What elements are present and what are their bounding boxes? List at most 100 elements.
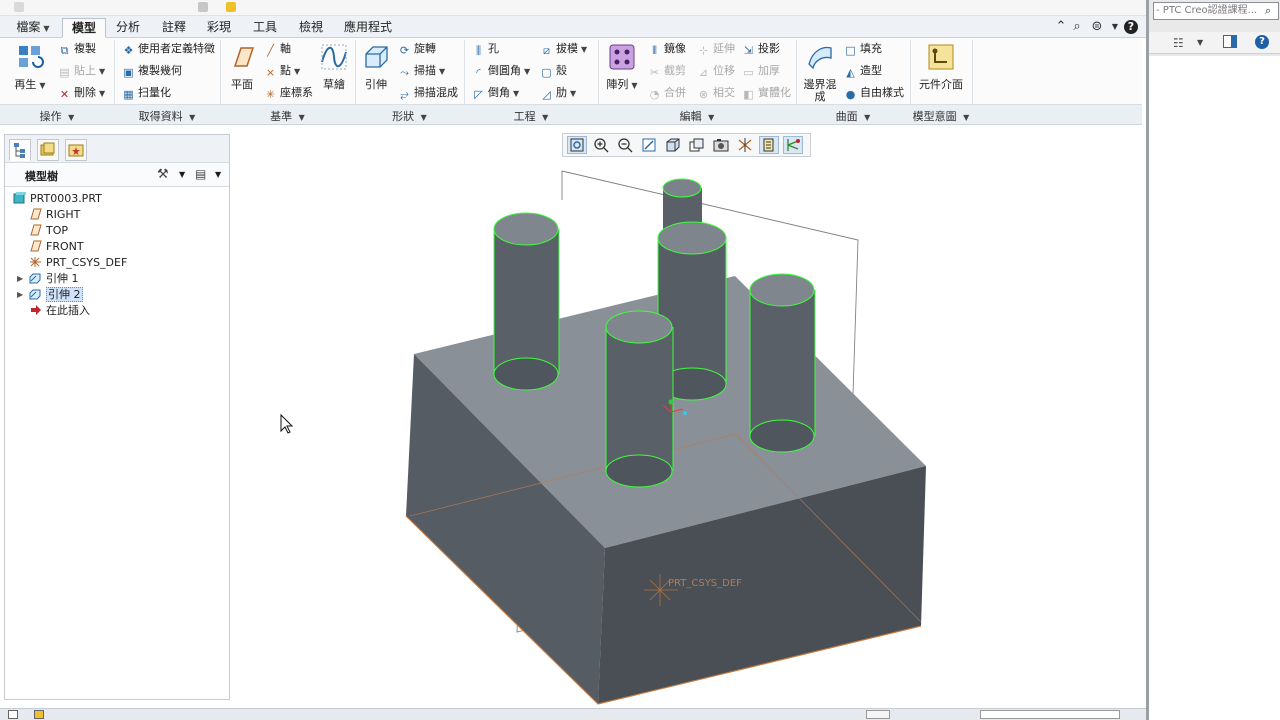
cylinder[interactable] [493,212,560,391]
sketch-button[interactable]: 草繪 [318,42,350,91]
view-manager-button[interactable] [711,136,731,154]
spin-center-button[interactable] [759,136,779,154]
extend-button[interactable]: ⊹ 延伸 [697,40,735,58]
tree-node-extrude[interactable]: 引伸 1 [29,271,79,287]
graphics-window[interactable]: PRT_CSYS_DEF [232,126,1144,708]
copy-geometry-button[interactable]: ▣ 複製幾何 [122,62,182,80]
model-viewport[interactable]: PRT_CSYS_DEF [232,126,1144,708]
revolve-button[interactable]: ⟳ 旋轉 [398,40,436,58]
status-field[interactable] [866,710,890,719]
extrude-button[interactable]: 引伸 [360,42,392,91]
plane-button[interactable]: 平面 [226,42,258,91]
paste-button[interactable]: ▤ 貼上 ▼ [58,62,105,80]
tab-file[interactable]: 檔案 ▼ [8,18,58,38]
component-interface-button[interactable]: 元件介面 [918,42,964,91]
chevron-down-icon[interactable]: ▼ [1108,20,1122,34]
trim-button[interactable]: ✂ 截剪 [648,62,686,80]
tree-node-datum[interactable]: RIGHT [29,207,80,223]
navigator-toggle-icon[interactable] [34,710,44,719]
cylinder[interactable] [749,273,816,453]
tree-node-part[interactable]: PRT0003.PRT [13,191,102,207]
cylinder[interactable] [605,310,674,488]
save-icon[interactable] [198,2,208,12]
panel-icon[interactable] [1223,35,1237,48]
tab-view[interactable]: 檢視 [290,18,332,38]
tree-node-insert-here[interactable]: 在此插入 [29,303,90,319]
tree-node-datum[interactable]: FRONT [29,239,84,255]
tab-favorites[interactable] [65,139,87,161]
ptc-community-icon[interactable]: ⊜ [1090,20,1104,34]
tab-model-tree[interactable] [9,139,31,161]
group-label-surfaces[interactable]: 曲面 ▼ [796,108,910,124]
group-label-datum[interactable]: 基準 ▼ [220,108,355,124]
zoom-in-button[interactable] [591,136,611,154]
fill-button[interactable]: □ 填充 [844,40,882,58]
chamfer-button[interactable]: ◸ 倒角 ▼ [472,84,519,102]
hole-button[interactable]: ⫼ 孔 [472,40,499,58]
regenerate-button[interactable]: 再生 ▼ [10,42,50,92]
filter-field[interactable] [980,710,1120,719]
tree-node-datum[interactable]: TOP [29,223,68,239]
group-label-operations[interactable]: 操作 ▼ [0,108,114,124]
project-button[interactable]: ⇲ 投影 [742,40,780,58]
group-label-shapes[interactable]: 形狀 ▼ [355,108,464,124]
annotation-display-button[interactable] [783,136,803,154]
shell-button[interactable]: ▢ 殼 [540,62,567,80]
search-icon[interactable]: ⌕ [1070,20,1084,34]
rib-button[interactable]: ◿ 肋 ▼ [540,84,576,102]
intersect-button[interactable]: ⊗ 相交 [697,84,735,102]
expand-arrow-icon[interactable]: ▶ [17,274,23,283]
tree-node-extrude-selected[interactable]: 引伸 2 [29,287,83,303]
csys-button[interactable]: ✳ 座標系 [264,84,313,102]
search-icon[interactable]: ⌕ [1265,4,1271,18]
swept-blend-button[interactable]: ⥂ 掃描混成 [398,84,458,102]
show-menu-icon[interactable]: ▤ [195,167,206,181]
help-icon[interactable]: ? [1255,35,1269,49]
window-icon[interactable] [226,2,236,12]
datum-display-button[interactable] [735,136,755,154]
tree-settings-icon[interactable]: ⚒ [157,167,169,182]
style-button[interactable]: ◭ 造型 [844,62,882,80]
pattern-button[interactable]: 陣列 ▼ [602,42,642,92]
thicken-button[interactable]: ▭ 加厚 [742,62,780,80]
display-style-button[interactable] [663,136,683,154]
merge-button[interactable]: ◔ 合併 [648,84,686,102]
minimize-ribbon-icon[interactable]: ⌃ [1054,20,1068,34]
draft-button[interactable]: ⧄ 拔模 ▼ [540,40,587,58]
chevron-down-icon[interactable]: ▼ [215,170,221,179]
expand-arrow-icon[interactable]: ▶ [17,290,23,299]
tab-folder-browser[interactable] [37,139,59,161]
mirror-button[interactable]: ⫴ 鏡像 [648,40,686,58]
shrinkwrap-button[interactable]: ▦ 扫量化 [122,84,171,102]
delete-button[interactable]: ✕ 刪除 ▼ [58,84,105,102]
list-view-icon[interactable]: ☷ [1173,36,1184,50]
chevron-down-icon[interactable]: ▼ [1197,38,1203,47]
tab-model[interactable]: 模型 [62,18,106,38]
tab-applications[interactable]: 應用程式 [336,18,400,38]
tree-node-csys[interactable]: PRT_CSYS_DEF [29,255,127,271]
address-field[interactable]: - PTC Creo認證課程... [1153,2,1279,20]
refit-button[interactable] [567,136,587,154]
group-label-model-intent[interactable]: 模型意圖 ▼ [910,108,972,124]
round-button[interactable]: ◜ 倒圓角 ▼ [472,62,530,80]
tab-analysis[interactable]: 分析 [108,18,148,38]
point-button[interactable]: × 點 ▼ [264,62,300,80]
copy-button[interactable]: ⧉ 複製 [58,40,96,58]
chevron-down-icon[interactable]: ▼ [179,170,185,179]
message-log-icon[interactable] [8,710,18,719]
udf-button[interactable]: ❖ 使用者定義特徵 [122,40,215,58]
group-label-editing[interactable]: 編輯 ▼ [598,108,796,124]
group-label-get-data[interactable]: 取得資料 ▼ [114,108,220,124]
sweep-button[interactable]: ⤳ 掃描 ▼ [398,62,445,80]
axis-button[interactable]: ╱ 軸 [264,40,291,58]
saved-views-button[interactable] [687,136,707,154]
help-icon[interactable]: ? [1124,20,1138,34]
tab-render[interactable]: 彩現 [198,18,240,38]
boundary-blend-button[interactable]: 邊界混成 [800,42,840,103]
new-file-icon[interactable] [14,2,24,12]
tab-annotate[interactable]: 註釋 [152,18,196,38]
tab-tools[interactable]: 工具 [244,18,286,38]
zoom-out-button[interactable] [615,136,635,154]
offset-button[interactable]: ⊿ 位移 [697,62,735,80]
repaint-button[interactable] [639,136,659,154]
